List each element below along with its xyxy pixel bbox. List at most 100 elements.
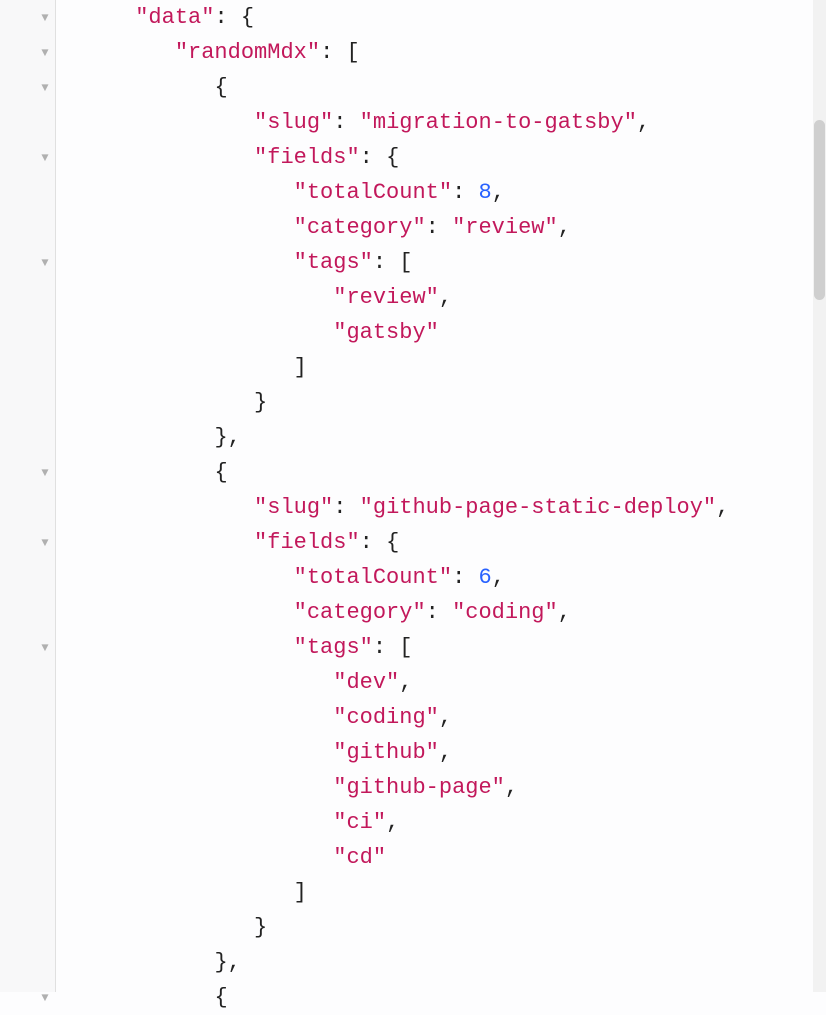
fold-toggle-icon[interactable]: ▼: [39, 642, 51, 654]
token-punc: : [: [373, 250, 413, 275]
code-line: {: [56, 980, 826, 1015]
token-punc: },: [214, 950, 240, 975]
token-str: "coding": [333, 705, 439, 730]
token-key: "fields": [254, 145, 360, 170]
token-str: "github-page": [333, 775, 505, 800]
code-line: },: [56, 420, 826, 455]
token-punc: ,: [439, 285, 452, 310]
token-key: "category": [294, 600, 426, 625]
code-line: "github-page",: [56, 770, 826, 805]
token-punc: ,: [505, 775, 518, 800]
code-line: },: [56, 945, 826, 980]
scrollbar-thumb[interactable]: [814, 120, 825, 300]
fold-gutter: ▼▼▼▼▼▼▼▼▼: [0, 0, 56, 992]
fold-toggle-icon[interactable]: ▼: [39, 47, 51, 59]
token-punc: ,: [386, 810, 399, 835]
token-key: "slug": [254, 495, 333, 520]
code-line: }: [56, 910, 826, 945]
code-line: "fields": {: [56, 525, 826, 560]
code-line: "gatsby": [56, 315, 826, 350]
token-punc: : [: [320, 40, 360, 65]
token-punc: {: [214, 460, 227, 485]
token-str: "coding": [452, 600, 558, 625]
token-punc: {: [214, 985, 227, 1010]
fold-toggle-icon[interactable]: ▼: [39, 537, 51, 549]
token-punc: ]: [294, 880, 307, 905]
token-key: "totalCount": [294, 180, 452, 205]
token-key: "totalCount": [294, 565, 452, 590]
token-str: "ci": [333, 810, 386, 835]
code-line: "review",: [56, 280, 826, 315]
token-punc: },: [214, 425, 240, 450]
token-key: "randomMdx": [175, 40, 320, 65]
token-punc: ,: [558, 215, 571, 240]
token-punc: :: [426, 215, 452, 240]
token-punc: ,: [716, 495, 729, 520]
token-str: "gatsby": [333, 320, 439, 345]
token-punc: ,: [492, 565, 505, 590]
code-line: {: [56, 455, 826, 490]
token-str: "dev": [333, 670, 399, 695]
token-str: "review": [333, 285, 439, 310]
code-line: "category": "review",: [56, 210, 826, 245]
code-line: "github",: [56, 735, 826, 770]
token-punc: :: [452, 180, 478, 205]
token-punc: ,: [558, 600, 571, 625]
fold-toggle-icon[interactable]: ▼: [39, 152, 51, 164]
token-punc: : {: [214, 5, 254, 30]
code-line: "randomMdx": [: [56, 35, 826, 70]
token-key: "tags": [294, 635, 373, 660]
code-line: "slug": "github-page-static-deploy",: [56, 490, 826, 525]
token-key: "category": [294, 215, 426, 240]
token-punc: :: [333, 495, 359, 520]
code-line: }: [56, 385, 826, 420]
code-line: "coding",: [56, 700, 826, 735]
code-line: "slug": "migration-to-gatsby",: [56, 105, 826, 140]
token-punc: }: [254, 915, 267, 940]
token-punc: : [: [373, 635, 413, 660]
token-punc: ]: [294, 355, 307, 380]
token-str: "review": [452, 215, 558, 240]
token-num: 8: [478, 180, 491, 205]
token-punc: ,: [439, 705, 452, 730]
token-key: "slug": [254, 110, 333, 135]
fold-toggle-icon[interactable]: ▼: [39, 257, 51, 269]
token-num: 6: [478, 565, 491, 590]
code-line: "dev",: [56, 665, 826, 700]
token-punc: :: [452, 565, 478, 590]
token-punc: ,: [492, 180, 505, 205]
token-punc: :: [426, 600, 452, 625]
code-line: "totalCount": 8,: [56, 175, 826, 210]
code-line: "data": {: [56, 0, 826, 35]
token-key: "fields": [254, 530, 360, 555]
code-line: ]: [56, 350, 826, 385]
code-line: "cd": [56, 840, 826, 875]
token-punc: ,: [637, 110, 650, 135]
json-code-block: "data": { "randomMdx": [ { "slug": "migr…: [56, 0, 826, 992]
vertical-scrollbar[interactable]: [813, 0, 826, 992]
token-str: "migration-to-gatsby": [360, 110, 637, 135]
token-key: "data": [135, 5, 214, 30]
code-line: "ci",: [56, 805, 826, 840]
token-str: "cd": [333, 845, 386, 870]
token-punc: {: [214, 75, 227, 100]
token-punc: ,: [399, 670, 412, 695]
code-line: "tags": [: [56, 245, 826, 280]
fold-toggle-icon[interactable]: ▼: [39, 12, 51, 24]
token-str: "github": [333, 740, 439, 765]
code-line: "category": "coding",: [56, 595, 826, 630]
code-line: "fields": {: [56, 140, 826, 175]
fold-toggle-icon[interactable]: ▼: [39, 82, 51, 94]
fold-toggle-icon[interactable]: ▼: [39, 467, 51, 479]
token-punc: }: [254, 390, 267, 415]
code-line: {: [56, 70, 826, 105]
token-key: "tags": [294, 250, 373, 275]
token-punc: : {: [360, 530, 400, 555]
code-line: "totalCount": 6,: [56, 560, 826, 595]
token-punc: : {: [360, 145, 400, 170]
token-punc: ,: [439, 740, 452, 765]
code-line: ]: [56, 875, 826, 910]
token-punc: :: [333, 110, 359, 135]
token-str: "github-page-static-deploy": [360, 495, 716, 520]
fold-toggle-icon[interactable]: ▼: [39, 992, 51, 1004]
